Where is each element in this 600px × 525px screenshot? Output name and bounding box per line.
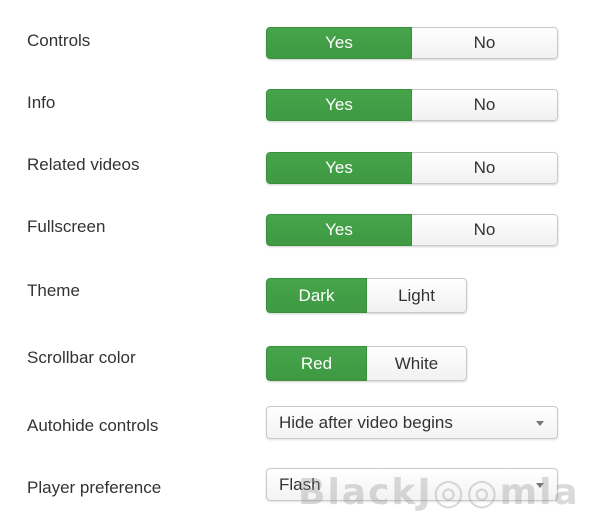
player-preference-select[interactable]: Flash [266,468,558,501]
theme-light-button[interactable]: Light [367,278,467,313]
fullscreen-yes-button[interactable]: Yes [266,214,412,246]
related-videos-no-button[interactable]: No [412,152,558,184]
theme-dark-button[interactable]: Dark [266,278,367,313]
player-preference-label: Player preference [27,478,162,497]
autohide-controls-select[interactable]: Hide after video begins [266,406,558,439]
player-settings-panel: Controls Yes No Info Yes No Related vide… [0,0,600,525]
scrollbar-white-button[interactable]: White [367,346,467,381]
player-preference-value: Flash [279,475,321,494]
autohide-controls-label: Autohide controls [27,416,159,435]
scrollbar-color-toggle: Red White [266,346,467,381]
info-no-button[interactable]: No [412,89,558,121]
info-yes-button[interactable]: Yes [266,89,412,121]
related-videos-yes-button[interactable]: Yes [266,152,412,184]
scrollbar-color-label: Scrollbar color [27,348,136,367]
info-toggle: Yes No [266,89,558,121]
autohide-controls-value: Hide after video begins [279,413,453,432]
related-videos-label: Related videos [27,155,140,174]
related-videos-toggle: Yes No [266,152,558,184]
fullscreen-toggle: Yes No [266,214,558,246]
controls-no-button[interactable]: No [412,27,558,59]
scrollbar-red-button[interactable]: Red [266,346,367,381]
theme-toggle: Dark Light [266,278,467,313]
fullscreen-label: Fullscreen [27,217,106,236]
controls-toggle: Yes No [266,27,558,59]
controls-yes-button[interactable]: Yes [266,27,412,59]
theme-label: Theme [27,281,80,300]
info-label: Info [27,93,56,112]
chevron-down-icon [536,483,544,488]
controls-label: Controls [27,31,91,50]
chevron-down-icon [536,421,544,426]
fullscreen-no-button[interactable]: No [412,214,558,246]
